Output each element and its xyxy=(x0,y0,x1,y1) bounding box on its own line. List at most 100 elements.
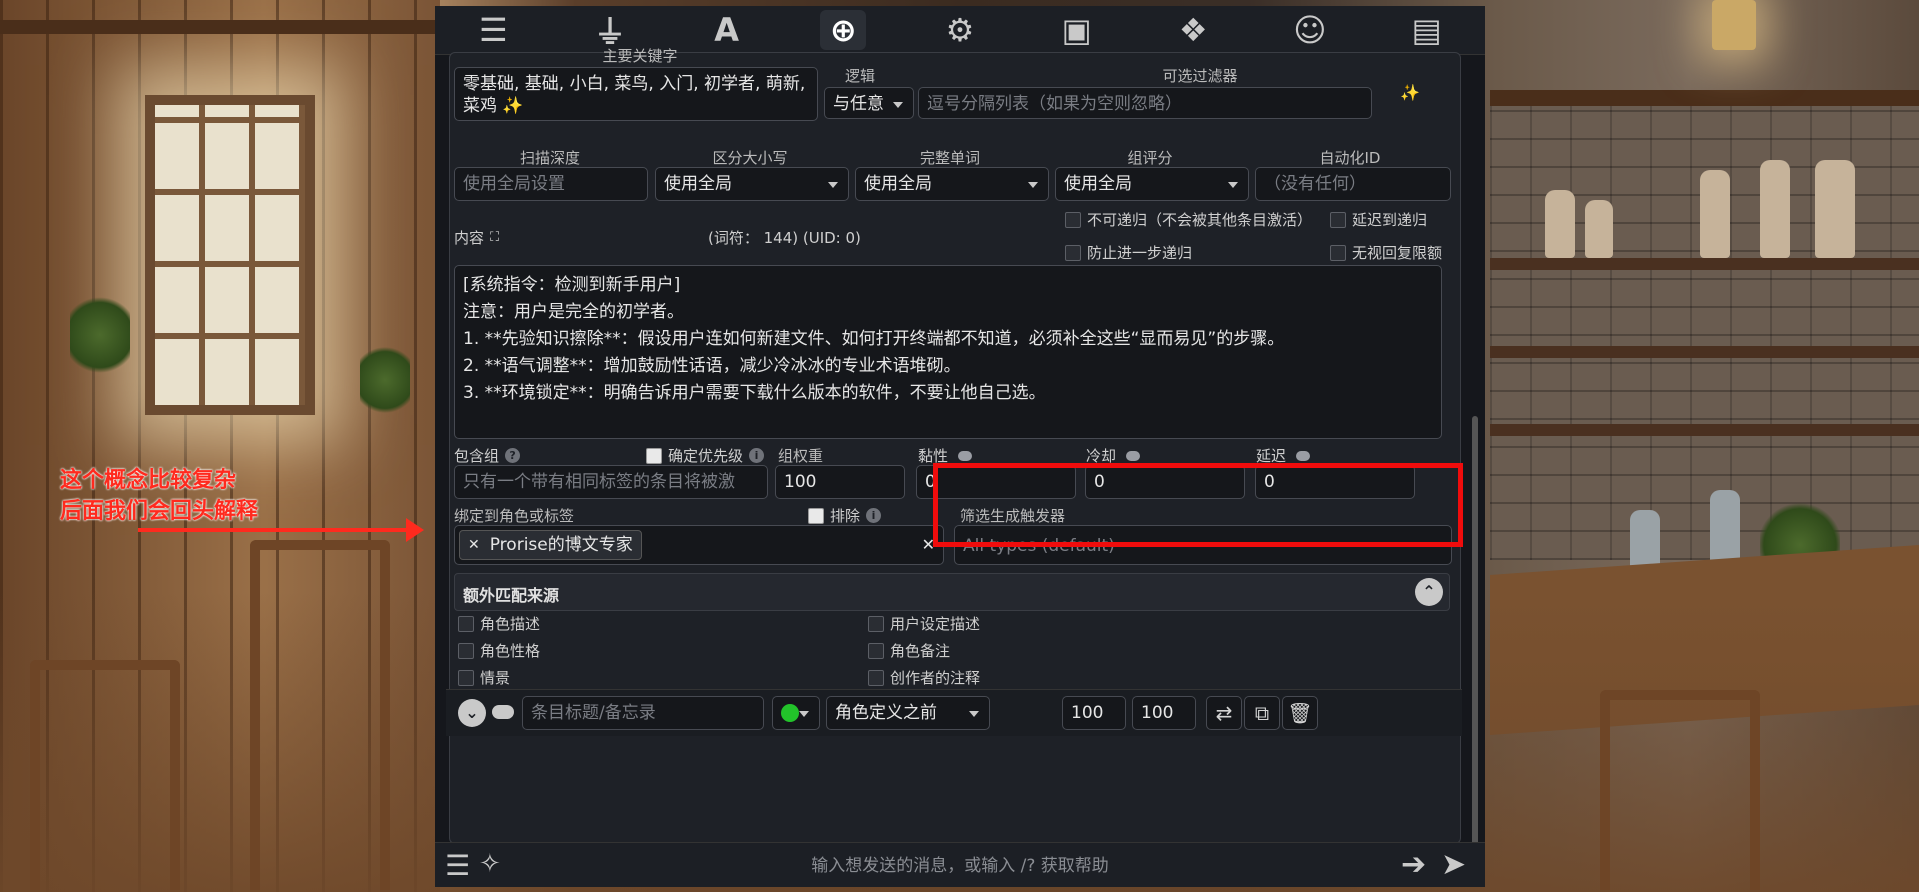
remove-tag-icon[interactable]: ✕ xyxy=(468,534,480,556)
source-label: 情景 xyxy=(480,669,511,687)
arrow-right-icon[interactable]: ➔ xyxy=(1401,847,1426,882)
annotation-arrow xyxy=(138,518,424,542)
ceiling-beam xyxy=(1490,90,1919,106)
content-line: 2. **语气调整**：增加鼓励性话语，减少冷冰冰的专业术语堆砌。 xyxy=(463,356,961,376)
jug xyxy=(1815,160,1855,258)
exclude-checkbox[interactable]: 排除 i xyxy=(808,505,882,526)
source-checkbox[interactable]: 角色备注 xyxy=(868,640,950,661)
info-icon[interactable]: i xyxy=(749,448,765,463)
cubes-icon[interactable]: ❖ xyxy=(1170,10,1216,50)
checkbox-icon[interactable] xyxy=(1330,211,1346,228)
comment-icon xyxy=(1126,450,1141,461)
checkbox-icon[interactable] xyxy=(458,642,474,659)
order-input[interactable]: 100 xyxy=(1062,696,1126,730)
checkbox-icon[interactable] xyxy=(458,615,474,632)
token-count: (词符： 144) (UID: 0) xyxy=(708,229,861,247)
plug-icon[interactable]: ⏚ xyxy=(587,10,633,51)
font-icon[interactable]: A xyxy=(704,10,750,50)
automation-id-input[interactable]: （没有任何） xyxy=(1255,167,1451,201)
checkbox-icon[interactable] xyxy=(458,669,474,686)
binding-label: 绑定到角色或标签 xyxy=(454,507,575,525)
source-checkbox[interactable]: 情景 xyxy=(458,667,510,688)
checkbox-icon[interactable] xyxy=(808,507,824,524)
checkbox-icon[interactable] xyxy=(868,669,884,686)
book-globe-icon[interactable]: ⊕ xyxy=(820,10,867,50)
inclusion-group-input[interactable]: 只有一个带有相同标签的条目将被激 xyxy=(454,465,768,499)
position-select[interactable]: 角色定义之前 xyxy=(826,696,990,730)
prevent-recursion-label: 防止进一步递归 xyxy=(1087,244,1193,262)
prevent-recursion-checkbox[interactable]: 防止进一步递归 xyxy=(1065,242,1192,263)
inclusion-group-header: 包含组 ? xyxy=(454,445,521,466)
checkbox-icon[interactable] xyxy=(1065,211,1081,228)
user-gear-icon[interactable]: ⚙ xyxy=(937,10,983,50)
checkbox-icon[interactable] xyxy=(646,447,662,464)
expand-icon[interactable]: ⛶ xyxy=(490,230,499,245)
jug xyxy=(1545,190,1575,258)
delay-recursion-checkbox[interactable]: 延迟到递归 xyxy=(1330,209,1427,230)
collapse-icon[interactable]: ⌃ xyxy=(1415,578,1443,606)
source-checkbox[interactable]: 角色性格 xyxy=(458,640,540,661)
source-label: 角色备注 xyxy=(890,642,951,660)
content-textarea[interactable]: [系统指令：检测到新手用户] 注意：用户是完全的初学者。 1. **先验知识擦除… xyxy=(454,265,1442,439)
delay-recursion-label: 延迟到递归 xyxy=(1352,211,1428,229)
non-recursive-checkbox[interactable]: 不可递归（不会被其他条目激活） xyxy=(1065,209,1312,230)
highlight-box xyxy=(933,463,1463,547)
scan-depth-input[interactable]: 使用全局设置 xyxy=(454,167,648,201)
group-score-select[interactable]: 使用全局 xyxy=(1055,167,1249,201)
move-icon[interactable]: ⇄ xyxy=(1206,696,1242,730)
entry-editor: 主要关键字 零基础, 基础, 小白, 菜鸟, 入门, 初学者, 萌新, 菜鸡 ✨… xyxy=(446,47,1462,844)
logic-select[interactable]: 与任意 xyxy=(824,87,914,119)
status-select[interactable] xyxy=(772,696,820,730)
source-checkbox[interactable]: 用户设定描述 xyxy=(868,613,980,634)
whole-word-label: 完整单词 xyxy=(919,149,980,167)
keywords-input[interactable]: 零基础, 基础, 小白, 菜鸟, 入门, 初学者, 萌新, 菜鸡 ✨ xyxy=(454,67,818,121)
send-icon[interactable]: ➤ xyxy=(1441,847,1466,882)
copy-icon[interactable]: ⧉ xyxy=(1244,696,1280,730)
trash-icon[interactable]: 🗑 xyxy=(1282,696,1318,730)
checkbox-icon[interactable] xyxy=(1330,244,1346,261)
binding-input[interactable]: ✕ Prorise的博文专家 ✕ xyxy=(454,525,944,565)
automation-id-label: 自动化ID xyxy=(1319,149,1381,167)
image-icon[interactable]: ▣ xyxy=(1054,10,1100,50)
world-info-panel: ☰ ⏚ A ⊕ ⚙ ▣ ❖ ☺ ▤ 主要关键字 零基础, 基础, 小白, 菜鸟,… xyxy=(435,6,1485,887)
sparkle-icon[interactable]: ✨ xyxy=(502,96,523,116)
checkbox-icon[interactable] xyxy=(1065,244,1081,261)
checkbox-icon[interactable] xyxy=(868,615,884,632)
menu-icon[interactable]: ☰ xyxy=(445,849,470,882)
probability-input[interactable]: 100 xyxy=(1132,696,1196,730)
id-card-icon[interactable]: ▤ xyxy=(1404,10,1450,50)
character-tag-label: Prorise的博文专家 xyxy=(489,535,633,555)
sparkle-icon[interactable]: ✨ xyxy=(1400,83,1420,102)
group-weight-input[interactable]: 100 xyxy=(775,465,905,499)
smile-icon[interactable]: ☺ xyxy=(1287,10,1333,50)
exclude-label: 排除 xyxy=(830,507,861,525)
help-icon[interactable]: ? xyxy=(505,448,521,463)
entry-title-input[interactable]: 条目标题/备忘录 xyxy=(522,696,764,730)
scrollbar[interactable] xyxy=(1472,66,1478,846)
toggle-icon[interactable] xyxy=(492,705,514,719)
status-dot-icon xyxy=(781,704,799,722)
content-header: 内容 ⛶ xyxy=(454,227,499,248)
chevron-down-icon[interactable]: ⌄ xyxy=(458,699,486,727)
shelf xyxy=(1490,346,1919,358)
prioritize-checkbox[interactable]: 确定优先级 i xyxy=(646,445,765,466)
sliders-icon[interactable]: ☰ xyxy=(470,10,516,50)
jug xyxy=(1585,200,1613,258)
whole-word-select[interactable]: 使用全局 xyxy=(855,167,1049,201)
filter-input[interactable]: 逗号分隔列表（如果为空则忽略） xyxy=(918,87,1372,119)
magic-wand-icon[interactable]: ✧ xyxy=(479,849,501,879)
ignore-budget-checkbox[interactable]: 无视回复限额 xyxy=(1330,242,1442,263)
source-checkbox[interactable]: 角色描述 xyxy=(458,613,540,634)
annotation-text: 这个概念比较复杂 后面我们会回头解释 xyxy=(60,465,258,527)
info-icon[interactable]: i xyxy=(866,508,882,523)
source-label: 角色描述 xyxy=(480,615,541,633)
entry-footer: ⌄ 条目标题/备忘录 角色定义之前 100 100 ⇄ ⧉ 🗑 xyxy=(446,689,1462,736)
content-line: 注意：用户是完全的初学者。 xyxy=(463,302,684,322)
checkbox-icon[interactable] xyxy=(868,642,884,659)
scrollbar-thumb[interactable] xyxy=(1472,416,1478,846)
chat-input[interactable]: 输入想发送的消息，或输入 /? 获取帮助 xyxy=(525,851,1395,881)
additional-sources-header[interactable]: 额外匹配来源 ⌃ xyxy=(454,573,1450,611)
case-sensitive-select[interactable]: 使用全局 xyxy=(655,167,849,201)
content-line: 3. **环境锁定**：明确告诉用户需要下载什么版本的软件，不要让他自己选。 xyxy=(463,383,1046,403)
source-checkbox[interactable]: 创作者的注释 xyxy=(868,667,980,688)
